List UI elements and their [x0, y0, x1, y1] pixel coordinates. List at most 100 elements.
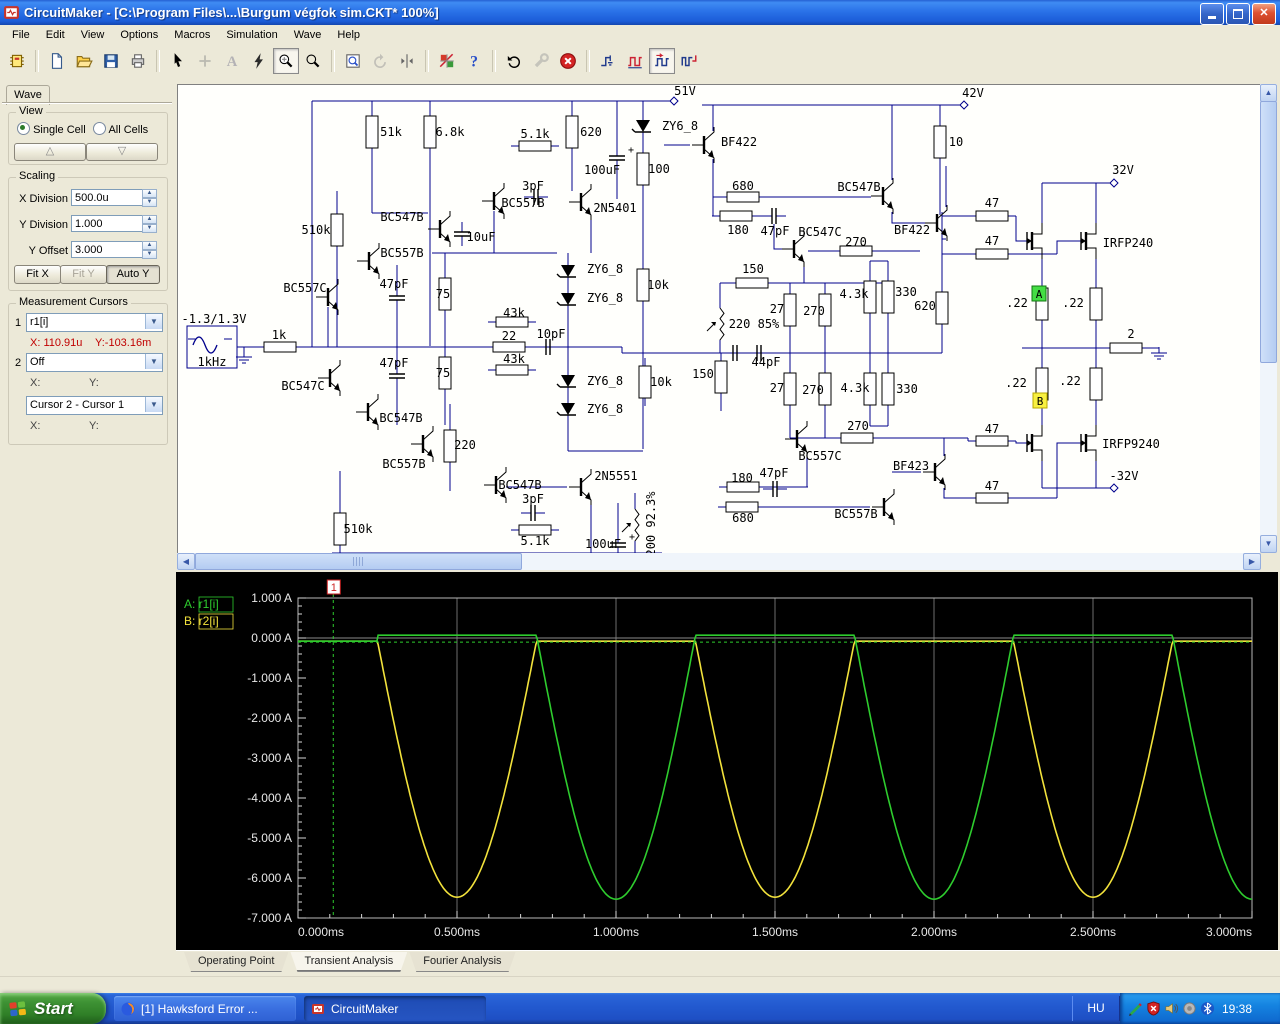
- simulation-setup-button[interactable]: [434, 48, 460, 74]
- component-label[interactable]: 1kHz: [198, 355, 227, 369]
- component-label[interactable]: BC547B: [380, 210, 423, 224]
- connection-icon[interactable]: [1182, 1001, 1197, 1016]
- add-text-button[interactable]: A: [219, 48, 245, 74]
- component-label[interactable]: 270: [803, 304, 825, 318]
- component-label[interactable]: 180: [727, 223, 749, 237]
- tab-transient-analysis[interactable]: Transient Analysis: [290, 952, 407, 972]
- component-label[interactable]: 100: [648, 162, 670, 176]
- component-label[interactable]: 510k: [344, 522, 374, 536]
- transient-scope-button[interactable]: [649, 47, 675, 74]
- auto-y-button[interactable]: Auto Y: [106, 265, 160, 284]
- select-arrow-button[interactable]: [165, 48, 191, 74]
- y-division-spinner[interactable]: ▲ ▼: [142, 215, 157, 233]
- schematic-hscrollbar[interactable]: ◀ ▶: [177, 553, 1261, 570]
- component-label[interactable]: BC547B: [837, 180, 880, 194]
- component-label[interactable]: BC557B: [382, 457, 425, 471]
- component-label[interactable]: 3pF: [522, 492, 544, 506]
- component-label[interactable]: 47: [985, 479, 999, 493]
- print-button[interactable]: [125, 48, 151, 74]
- component-label[interactable]: 620: [580, 125, 602, 139]
- component-label[interactable]: 10k: [650, 375, 672, 389]
- transient-plot[interactable]: 1.000 A 0.000 A -1.000 A -2.000 A -3.000 A -4…: [176, 572, 1278, 950]
- menu-item-macros[interactable]: Macros: [166, 27, 218, 43]
- tab-wave[interactable]: Wave: [6, 85, 50, 105]
- hscroll-thumb[interactable]: [195, 553, 522, 570]
- help-button[interactable]: ?: [461, 48, 487, 74]
- scroll-left-icon[interactable]: ◀: [177, 553, 195, 570]
- menu-item-view[interactable]: View: [73, 27, 113, 43]
- component-label[interactable]: .22: [1006, 296, 1028, 310]
- start-button[interactable]: Start: [0, 993, 106, 1024]
- bluetooth-icon[interactable]: [1200, 1001, 1215, 1016]
- component-label[interactable]: 220: [454, 438, 476, 452]
- component-label[interactable]: 51V: [674, 84, 696, 98]
- fit-y-button[interactable]: Fit Y: [60, 265, 107, 284]
- component-label[interactable]: ZY6_8: [587, 402, 623, 416]
- component-label[interactable]: 330: [896, 382, 918, 396]
- menu-item-file[interactable]: File: [4, 27, 38, 43]
- minimize-button[interactable]: [1200, 3, 1224, 25]
- zoom-select-button[interactable]: [340, 48, 366, 74]
- x-division-input[interactable]: [71, 189, 144, 206]
- component-label[interactable]: 4.3k: [841, 381, 871, 395]
- component-label[interactable]: 270: [845, 235, 867, 249]
- menu-item-edit[interactable]: Edit: [38, 27, 73, 43]
- component-label[interactable]: 75: [436, 287, 450, 301]
- scroll-down-icon[interactable]: ▼: [1260, 535, 1277, 553]
- component-label[interactable]: BC557C: [798, 449, 841, 463]
- component-label[interactable]: 32V: [1112, 163, 1134, 177]
- digital-options-button[interactable]: [676, 48, 702, 74]
- component-label[interactable]: 10: [949, 135, 963, 149]
- component-label[interactable]: 10uF: [467, 230, 496, 244]
- scroll-right-icon[interactable]: ▶: [1243, 553, 1261, 570]
- component-label[interactable]: 2: [1127, 327, 1134, 341]
- component-label[interactable]: BC547C: [798, 225, 841, 239]
- component-label[interactable]: 47pF: [761, 224, 790, 238]
- component-label[interactable]: 270: [847, 419, 869, 433]
- component-label[interactable]: 47: [985, 196, 999, 210]
- component-label[interactable]: 220 85%: [729, 317, 780, 331]
- radio-all-cells[interactable]: All Cells: [93, 122, 148, 136]
- component-label[interactable]: 1k: [272, 328, 287, 342]
- task-button-browser[interactable]: [1] Hawksford Error ...: [114, 996, 296, 1021]
- taskbar-clock[interactable]: 19:38: [1222, 1002, 1252, 1016]
- component-label[interactable]: 100uF: [584, 163, 620, 177]
- restore-button[interactable]: [1226, 3, 1250, 25]
- component-label[interactable]: 680: [732, 511, 754, 525]
- component-label[interactable]: BC547B: [498, 478, 541, 492]
- component-label[interactable]: BC547B: [379, 411, 422, 425]
- language-indicator[interactable]: HU: [1072, 996, 1120, 1021]
- chevron-down-icon[interactable]: ▼: [145, 314, 162, 329]
- component-label[interactable]: 10k: [647, 278, 669, 292]
- open-file-button[interactable]: [71, 48, 97, 74]
- schematic-vscrollbar[interactable]: ▲ ▼: [1260, 84, 1277, 553]
- zoom-tool-button[interactable]: [300, 48, 326, 74]
- y-offset-spinner[interactable]: ▲ ▼: [142, 241, 157, 259]
- pen-tablet-icon[interactable]: [1128, 1001, 1143, 1016]
- component-label[interactable]: ZY6_8: [587, 291, 623, 305]
- component-label[interactable]: BC547C: [281, 379, 324, 393]
- component-label[interactable]: ZY6_8: [662, 119, 698, 133]
- component-label[interactable]: .22: [1059, 374, 1081, 388]
- vscroll-thumb[interactable]: [1260, 101, 1277, 363]
- close-button[interactable]: ✕: [1252, 3, 1276, 25]
- x-division-spinner[interactable]: ▲ ▼: [142, 189, 157, 207]
- dc-operating-point-button[interactable]: [595, 48, 621, 74]
- component-label[interactable]: -1.3/1.3V: [181, 312, 246, 326]
- component-label[interactable]: 150: [692, 367, 714, 381]
- component-label[interactable]: 43k: [503, 306, 525, 320]
- menu-item-help[interactable]: Help: [329, 27, 368, 43]
- component-label[interactable]: 44pF: [752, 355, 781, 369]
- component-label[interactable]: 2N5401: [593, 201, 636, 215]
- component-label[interactable]: 47pF: [380, 356, 409, 370]
- circuit-schematic[interactable]: + +51V 42V 32V -32V 51k 6.8k 620 ZY6_8 BF422 10 100…: [177, 84, 1260, 553]
- cell-down-button[interactable]: ▽: [86, 143, 158, 161]
- radio-all-cells-icon[interactable]: [93, 122, 106, 135]
- component-label[interactable]: IRFP9240: [1102, 437, 1160, 451]
- component-label[interactable]: ZY6_8: [587, 374, 623, 388]
- menu-item-simulation[interactable]: Simulation: [218, 27, 285, 43]
- component-label[interactable]: 75: [436, 366, 450, 380]
- split-view-button[interactable]: [394, 48, 420, 74]
- component-label[interactable]: BF422: [721, 135, 757, 149]
- component-label[interactable]: 5.1k: [521, 534, 551, 548]
